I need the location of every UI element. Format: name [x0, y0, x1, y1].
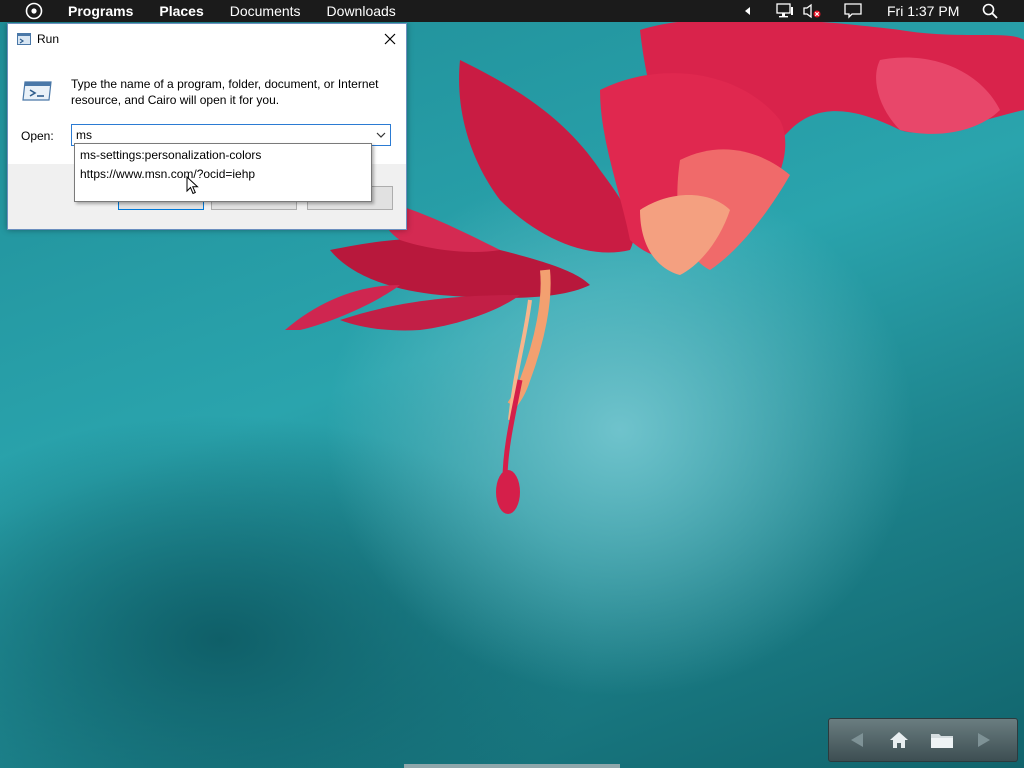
home-icon[interactable]	[887, 728, 911, 752]
menu-downloads[interactable]: Downloads	[327, 0, 396, 22]
tray-arrow-icon[interactable]	[743, 0, 751, 22]
autocomplete-item[interactable]: ms-settings:personalization-colors	[80, 146, 366, 164]
run-program-icon	[21, 79, 53, 108]
folder-icon[interactable]	[930, 728, 954, 752]
bottom-edge-strip	[404, 764, 620, 768]
notification-icon[interactable]	[844, 0, 862, 22]
cairo-logo-icon[interactable]	[25, 2, 43, 20]
top-menu-bar: Programs Places Documents Downloads Fri …	[0, 0, 1024, 22]
autocomplete-dropdown: ms-settings:personalization-colors https…	[74, 143, 372, 202]
close-icon[interactable]	[380, 29, 400, 49]
open-label: Open:	[21, 129, 54, 143]
run-dialog-title: Run	[37, 32, 60, 46]
mouse-cursor-icon	[186, 176, 199, 195]
volume-muted-icon[interactable]	[802, 0, 822, 22]
navigation-widget	[828, 718, 1018, 762]
autocomplete-item[interactable]: https://www.msn.com/?ocid=iehp	[80, 165, 366, 183]
menu-places[interactable]: Places	[159, 0, 203, 22]
run-dialog-titlebar[interactable]: Run	[8, 24, 406, 54]
network-icon[interactable]	[776, 0, 794, 22]
open-input[interactable]	[76, 127, 366, 142]
run-app-icon	[17, 32, 31, 50]
menu-programs[interactable]: Programs	[68, 0, 133, 22]
search-icon[interactable]	[982, 0, 998, 22]
chevron-down-icon[interactable]	[374, 128, 388, 142]
back-arrow-icon[interactable]	[845, 728, 869, 752]
forward-arrow-icon[interactable]	[972, 728, 996, 752]
run-dialog-description: Type the name of a program, folder, docu…	[71, 77, 379, 107]
menu-documents[interactable]: Documents	[230, 0, 301, 22]
clock[interactable]: Fri 1:37 PM	[887, 0, 959, 22]
